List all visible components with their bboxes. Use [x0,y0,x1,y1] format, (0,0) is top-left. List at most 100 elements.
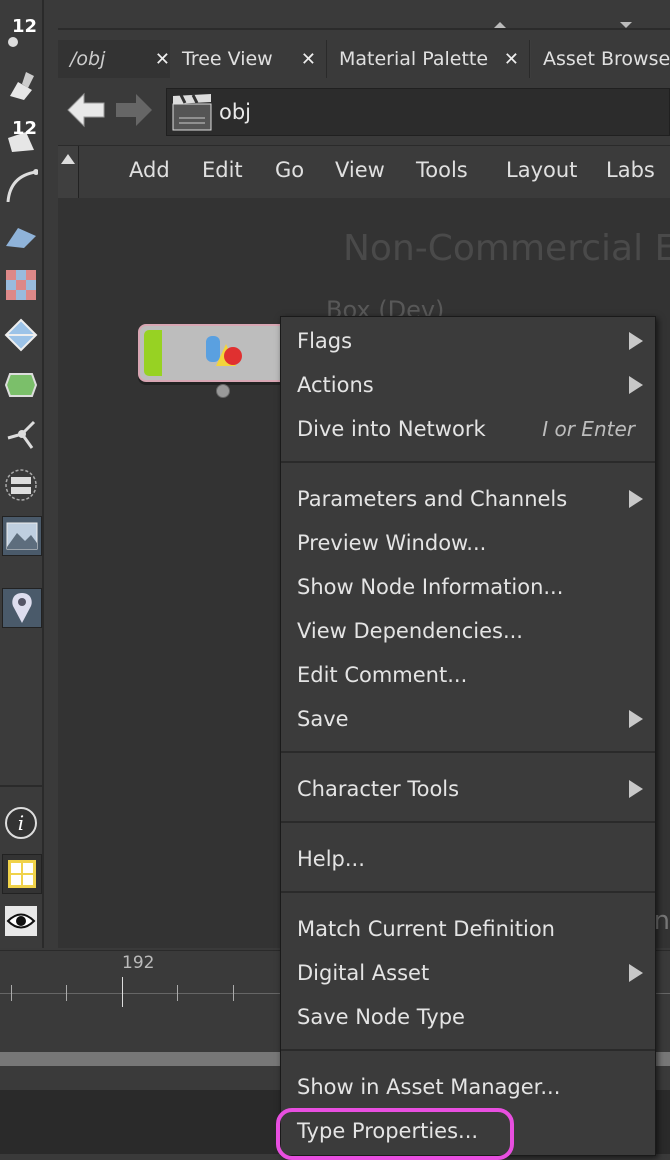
menu-labs[interactable]: Labs [606,158,655,182]
menu-item-label: Digital Asset [297,961,430,985]
menu-edit[interactable]: Edit [202,158,243,182]
menu-item-label: Character Tools [297,777,460,801]
forward-arrow-icon[interactable] [114,92,154,132]
eye-icon[interactable] [2,902,40,940]
collapse-down-icon[interactable] [620,22,632,28]
menubar-scroll-handle[interactable] [58,146,79,198]
menu-item-label: Save [297,707,349,731]
polygon-count-badge: 12 [11,118,37,139]
menu-item-label: Parameters and Channels [297,487,568,511]
menu-item-digital-asset[interactable]: Digital Asset [281,951,655,995]
menu-item-flags[interactable]: Flags [281,319,655,363]
node-output-connector[interactable] [216,384,230,398]
menu-item-character-tools[interactable]: Character Tools [281,767,655,811]
menu-go[interactable]: Go [275,158,304,182]
submenu-arrow-icon [629,490,643,508]
menu-item-match-current-definition[interactable]: Match Current Definition [281,907,655,951]
curve-tool-icon[interactable] [2,166,40,204]
menu-item-label: Show in Asset Manager... [297,1075,561,1099]
toolbar-divider [0,785,42,787]
deform-tool-icon[interactable] [2,366,40,404]
pane-tab-bar: /obj ✕ Tree View ✕ Material Palette ✕ As… [58,40,670,78]
info-icon[interactable]: i [2,804,40,842]
path-field[interactable]: obj [166,88,670,136]
timeline-tick [233,985,234,1001]
pane-top-strip [58,0,670,30]
landscape-tool-icon[interactable] [2,516,42,556]
menu-item-help[interactable]: Help... [281,837,655,881]
menu-layout[interactable]: Layout [506,158,577,182]
brush-tool-icon[interactable] [2,66,40,104]
path-value: obj [219,100,252,124]
shapes-node-icon [206,336,242,366]
tab-asset-browser[interactable]: Asset Browser [531,40,670,78]
timeline-tick [177,985,178,1001]
submenu-arrow-icon [629,964,643,982]
submenu-arrow-icon [629,332,643,350]
collapse-up-icon[interactable] [494,22,506,28]
menu-item-dive-into-network[interactable]: Dive into Network I or Enter [281,407,655,451]
polygon-tool-icon[interactable]: 12 [2,116,40,154]
menu-item-label: Help... [297,847,365,871]
menu-item-label: Actions [297,373,374,397]
menu-item-show-in-asset-manager[interactable]: Show in Asset Manager... [281,1065,655,1109]
uv-tool-icon[interactable] [2,316,40,354]
menu-item-view-dependencies[interactable]: View Dependencies... [281,609,655,653]
menu-item-save[interactable]: Save [281,697,655,741]
menu-item-type-properties[interactable]: Type Properties... [281,1109,655,1153]
plane-tool-icon[interactable] [2,216,40,254]
back-arrow-icon[interactable] [66,92,106,132]
tab-tree-view[interactable]: Tree View ✕ [170,40,327,78]
navigation-bar: obj [58,80,670,140]
group-tool-icon[interactable] [2,466,40,504]
menu-item-actions[interactable]: Actions [281,363,655,407]
layout-grid-icon[interactable] [2,854,42,894]
tab-label: Material Palette [339,48,489,70]
menu-item-label: Preview Window... [297,531,487,555]
menu-item-label: Match Current Definition [297,917,555,941]
menu-item-label: Edit Comment... [297,663,468,687]
tab-material-palette[interactable]: Material Palette ✕ [327,40,530,78]
menu-item-label: Flags [297,329,353,353]
tab-label: Tree View [182,48,273,70]
menu-item-edit-comment[interactable]: Edit Comment... [281,653,655,697]
tab-label: /obj [70,48,106,70]
menu-view[interactable]: View [335,158,385,182]
timeline-tick [66,985,67,1001]
submenu-arrow-icon [629,710,643,728]
menu-item-save-node-type[interactable]: Save Node Type [281,995,655,1039]
menu-item-label: Show Node Information... [297,575,564,599]
left-toolbar: 12 12 i [0,0,44,948]
close-icon[interactable]: ✕ [504,49,519,70]
menu-item-show-node-information[interactable]: Show Node Information... [281,565,655,609]
clapperboard-icon [172,94,212,131]
location-pin-icon[interactable] [2,588,42,628]
menu-item-label: View Dependencies... [297,619,523,643]
tab-obj[interactable]: /obj ✕ [58,40,181,78]
menu-shortcut: I or Enter [542,417,635,441]
geometry-node[interactable] [138,324,292,382]
close-icon[interactable]: ✕ [301,49,316,70]
close-icon[interactable]: ✕ [155,49,170,70]
tab-label: Asset Browser [543,48,670,70]
timeline-tick-major [122,977,123,1007]
menu-item-parameters-and-channels[interactable]: Parameters and Channels [281,477,655,521]
menu-item-label: Type Properties... [297,1119,479,1143]
menu-separator [281,1049,655,1051]
node-context-menu: Flags Actions Dive into Network I or Ent… [280,316,656,1156]
menu-item-label: Dive into Network [297,417,486,441]
network-menu-bar: Add Edit Go View Tools Layout Labs [58,145,670,199]
menu-separator [281,461,655,463]
display-flag[interactable] [144,330,162,376]
menu-item-preview-window[interactable]: Preview Window... [281,521,655,565]
texture-checker-icon[interactable] [2,266,40,304]
menu-add[interactable]: Add [129,158,170,182]
points-tool-icon[interactable]: 12 [2,14,40,52]
license-watermark: Non-Commercial E [343,228,670,269]
menu-tools[interactable]: Tools [416,158,468,182]
menu-separator [281,821,655,823]
skeleton-tool-icon[interactable] [2,416,40,454]
menu-item-label: Save Node Type [297,1005,465,1029]
timeline-tick [11,985,12,1001]
submenu-arrow-icon [629,376,643,394]
